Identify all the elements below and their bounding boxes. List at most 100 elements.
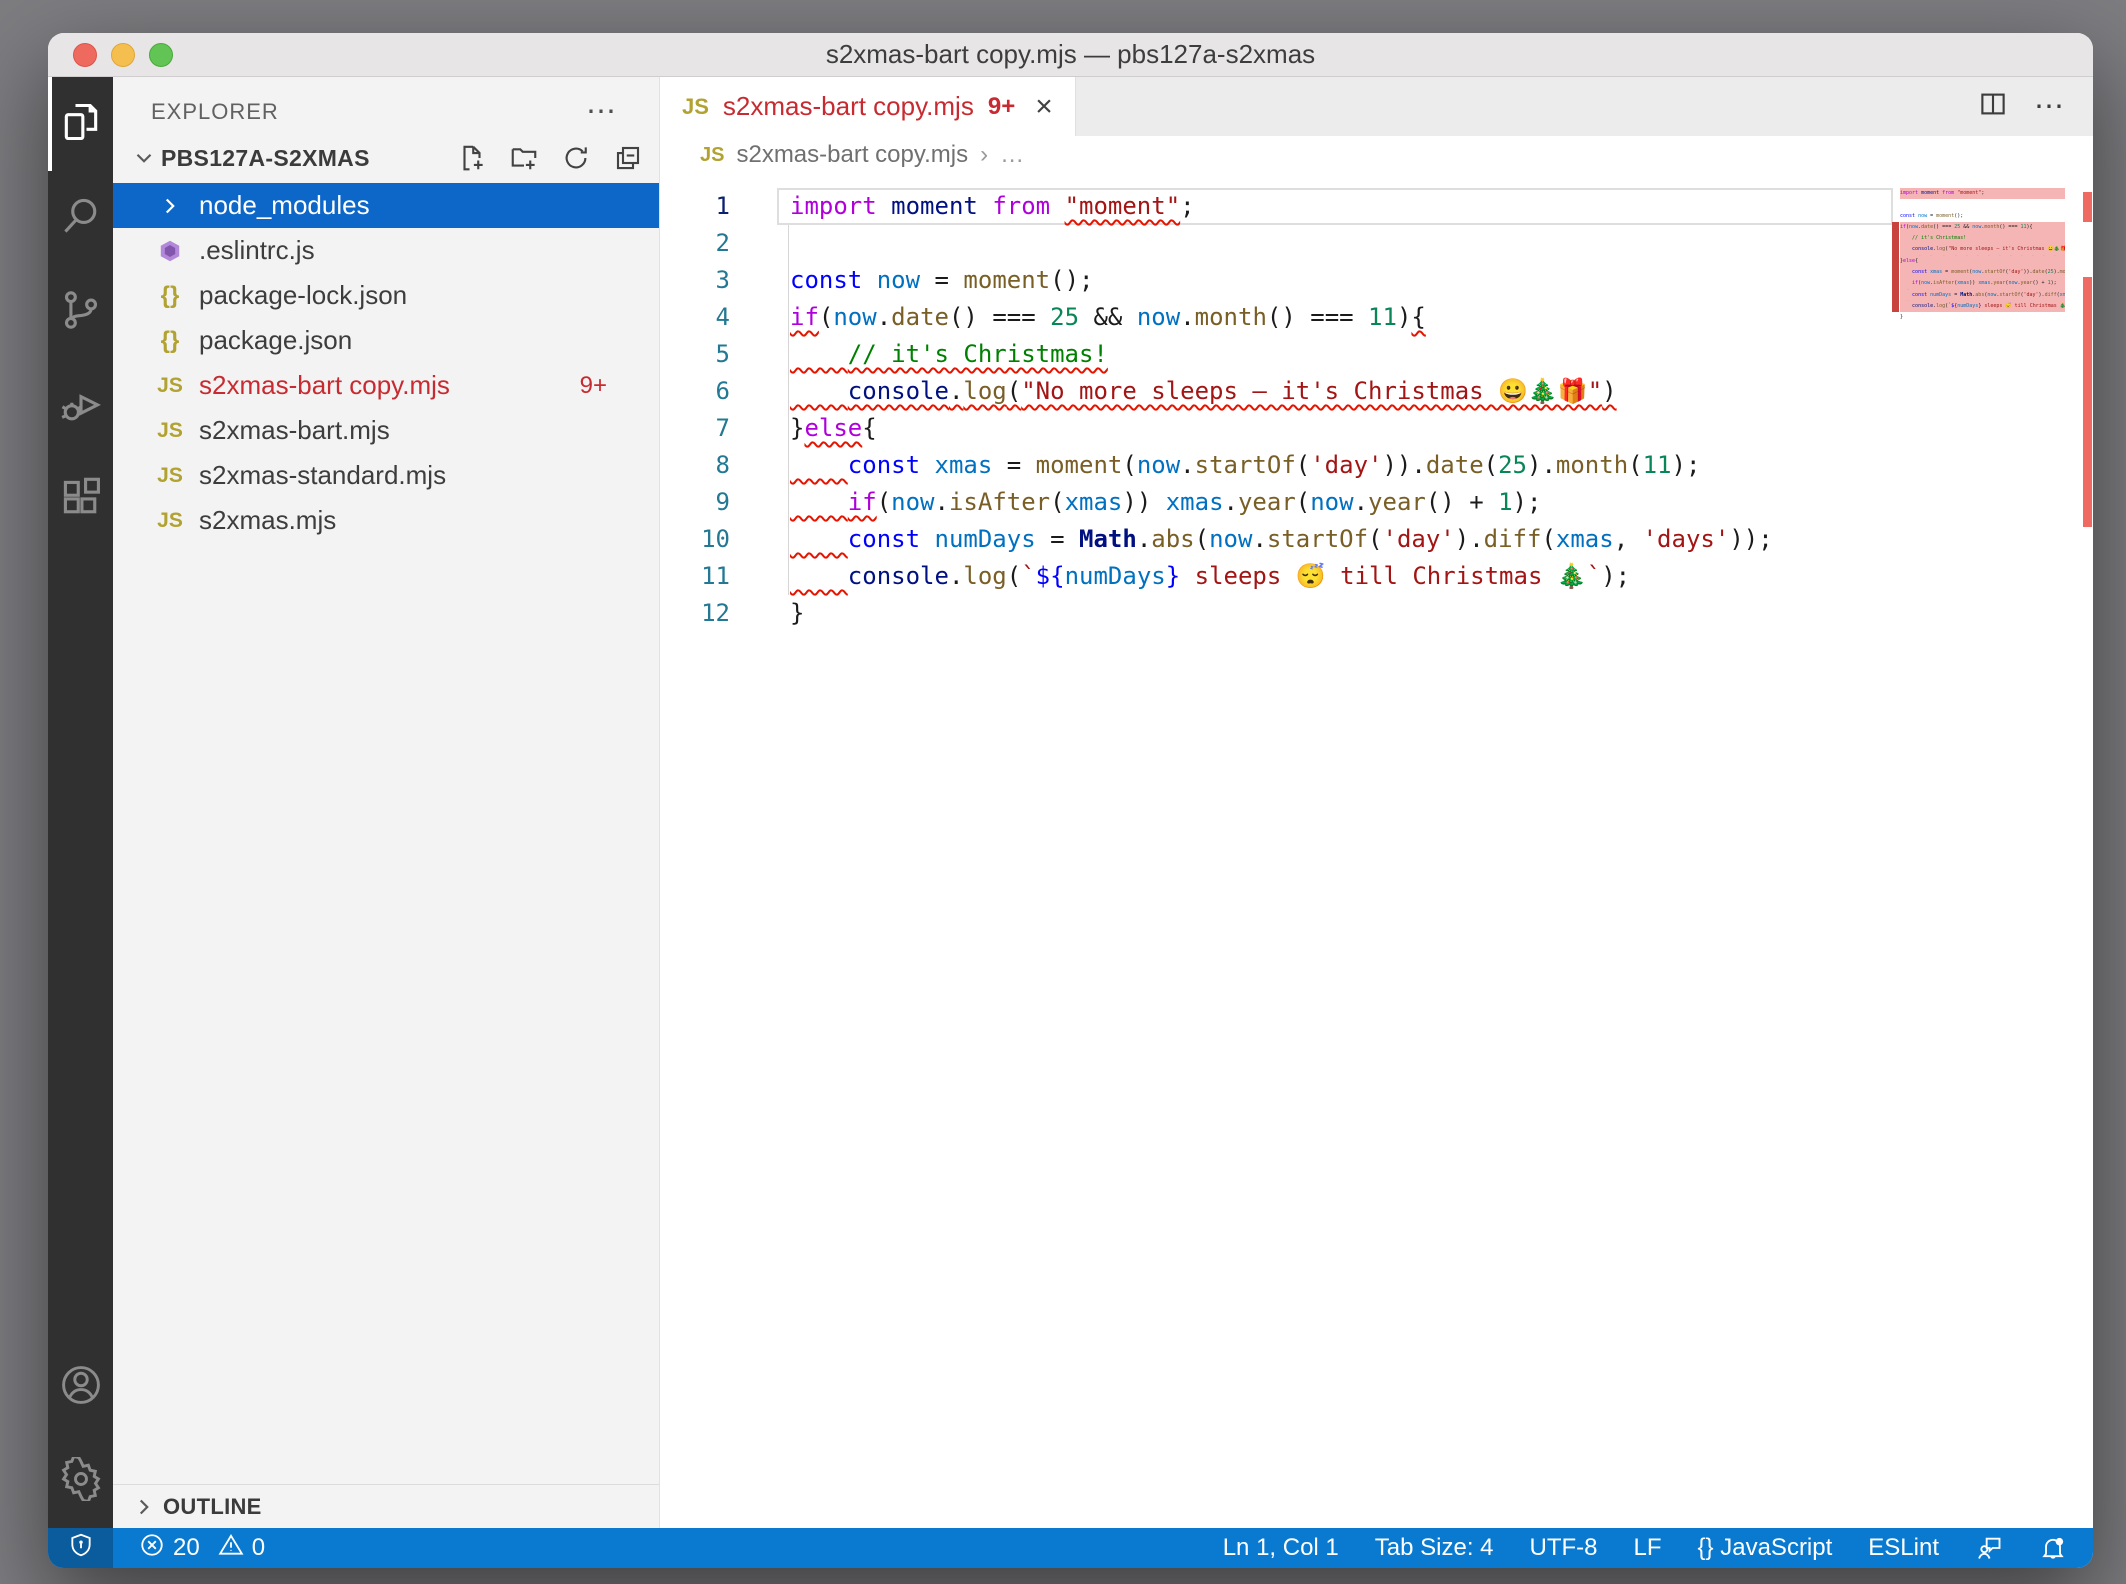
code-token: const [1900,212,1916,219]
code-token: && [1079,303,1137,331]
code-token: } [790,599,805,627]
minimap-line-12: } [1900,312,2065,323]
code-token: 'day' [1382,525,1455,553]
code-token: 'days' [1642,525,1730,553]
vscode-window: s2xmas-bart copy.mjs — pbs127a-s2xmas EX… [48,33,2093,1568]
code-token: . [1136,525,1152,553]
code-token: diff [2044,291,2057,298]
code-token: abs [1151,525,1195,553]
file-row-node-modules[interactable]: node_modules [113,183,659,228]
code-line-11[interactable]: 11 console.log(`${numDays} sleeps 😴 till… [660,558,1893,595]
new-folder-icon[interactable] [509,143,539,173]
explorer-section-header[interactable]: PBS127A-S2XMAS [113,133,659,183]
file-label: s2xmas-standard.mjs [199,460,447,490]
outline-section-header[interactable]: OUTLINE [113,1484,659,1528]
code-token: startOf [1194,451,1296,479]
minimap[interactable]: import moment from "moment"; const now = … [1892,188,2065,324]
language-indicator[interactable]: {} JavaScript [1698,1534,1833,1562]
file-row-s2xmas-mjs[interactable]: JS s2xmas.mjs [113,498,659,543]
tab-s2xmas-bart-copy[interactable]: JS s2xmas-bart copy.mjs 9+ × [660,77,1076,136]
activity-bar [48,77,113,1528]
feedback-icon[interactable] [1975,1534,2003,1562]
activity-extensions[interactable] [48,453,113,547]
code-token: "No more sleeps — it's Christmas 😀🎄🎁" [1948,246,2065,253]
tab-size-indicator[interactable]: Tab Size: 4 [1375,1534,1494,1562]
code-token: )) [1122,488,1166,516]
code-line-4[interactable]: 4 if(now.date() === 25 && now.month() ===… [660,299,1893,336]
refresh-icon[interactable] [561,143,591,173]
code-line-7[interactable]: 7}else{ [660,410,1893,447]
code-token: { [862,414,877,442]
code-token: now [1209,525,1253,553]
code-token: 'day' [2023,291,2039,298]
line-number: 6 [715,377,730,405]
code-token: Math [1079,525,1137,553]
code-token: else [1903,257,1916,264]
code-token: . [1180,303,1195,331]
file-row-s2xmas-bart-copy-mjs[interactable]: JS s2xmas-bart copy.mjs 9+ [113,363,659,408]
code-line-12[interactable]: 12} [660,595,1893,632]
notifications-bell-icon[interactable] [2039,1534,2067,1562]
eslint-status[interactable]: ESLint [1868,1534,1939,1562]
code-token: from [992,192,1051,220]
split-editor-icon[interactable] [1978,89,2008,124]
code-token: import [1900,190,1919,196]
activity-settings[interactable] [48,1434,113,1528]
remote-indicator[interactable] [48,1528,113,1568]
code-token: now [876,266,921,294]
code-token: ( [1368,525,1383,553]
activity-explorer[interactable] [48,77,113,171]
code-token: now [1921,280,1931,287]
problems-status[interactable]: 20 0 [139,1532,265,1565]
code-token: ( [1122,451,1137,479]
code-token: now [891,488,935,516]
activity-run-debug[interactable] [48,359,113,453]
explorer-more-actions-button[interactable]: ⋯ [586,97,619,127]
code-token: ); [2050,280,2057,287]
tab-close-icon[interactable]: × [1035,90,1053,124]
code-token: = [1951,291,1961,298]
cursor-position[interactable]: Ln 1, Col 1 [1223,1534,1339,1562]
code-token: "No more sleeps — it's Christmas 😀🎄🎁" [1021,377,1603,405]
collapse-all-icon[interactable] [613,143,643,173]
new-file-icon[interactable] [457,143,487,173]
activity-source-control[interactable] [48,265,113,359]
encoding-indicator[interactable]: UTF-8 [1530,1534,1598,1562]
js-file-icon: JS [700,143,725,166]
code-token: date [2032,269,2045,276]
window-title: s2xmas-bart copy.mjs — pbs127a-s2xmas [825,39,1316,69]
code-line-2[interactable]: 2 [660,225,1893,262]
code-line-5[interactable]: 5 // it's Christmas! [660,336,1893,373]
file-row--eslintrc-js[interactable]: .eslintrc.js [113,228,659,273]
file-row-s2xmas-bart-mjs[interactable]: JS s2xmas-bart.mjs [113,408,659,453]
editor-more-actions-icon[interactable]: ⋯ [2034,91,2067,121]
code-line-9[interactable]: 9 if(now.isAfter(xmas)) xmas.year(now.ye… [660,484,1893,521]
eol-indicator[interactable]: LF [1634,1534,1662,1562]
code-line-3[interactable]: 3 const now = moment(); [660,262,1893,299]
file-row-s2xmas-standard-mjs[interactable]: JS s2xmas-standard.mjs [113,453,659,498]
activity-search[interactable] [48,171,113,265]
code-line-1[interactable]: 1 import moment from "moment"; [660,188,1893,225]
code-line-8[interactable]: 8 const xmas = moment(now.startOf('day')… [660,447,1893,484]
activity-account[interactable] [48,1340,113,1434]
code-token: now [833,303,877,331]
code-token: startOf [1999,291,2021,298]
line-content: const numDays = Math.abs(now.startOf('da… [777,521,1893,558]
code-token: { [1915,257,1919,264]
code-token: const [1912,269,1928,276]
breadcrumb[interactable]: JS s2xmas-bart copy.mjs › … [660,136,2093,174]
code-token: xmas [934,451,993,479]
line-number: 8 [715,451,730,479]
code-token: console [1912,302,1934,309]
line-content: const now = moment(); [777,262,1893,299]
code-token: log [963,562,1007,590]
file-row-package-lock-json[interactable]: {} package-lock.json [113,273,659,318]
code-line-6[interactable]: 6 console.log("No more sleeps — it's Chr… [660,373,1893,410]
account-icon [59,1363,103,1412]
js-file-icon: JS [157,463,183,487]
code-editor[interactable]: 1 import moment from "moment"; 2 3 const now… [660,174,2093,1528]
file-row-package-json[interactable]: {} package.json [113,318,659,363]
code-line-10[interactable]: 10 const numDays = Math.abs(now.startOf(… [660,521,1893,558]
